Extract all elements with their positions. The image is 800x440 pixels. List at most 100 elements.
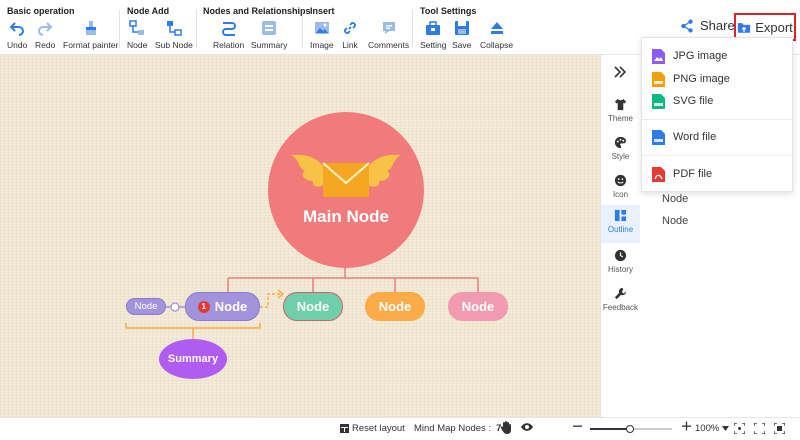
outline-icon [614, 209, 627, 222]
outline-item[interactable]: Node [662, 193, 688, 205]
status-bar: Reset layout Mind Map Nodes : 7 100% [0, 417, 800, 440]
save-button[interactable]: Save [452, 18, 471, 52]
main-node[interactable]: Main Node [268, 112, 424, 268]
share-label: Share [700, 18, 735, 33]
zoom-slider-fill [590, 428, 630, 430]
comment-icon [382, 22, 395, 34]
export-dropdown-menu: JPG image PNG image SVG file Word file P… [641, 37, 794, 192]
sidebar-item-feedback[interactable]: Feedback [601, 283, 640, 321]
fit-view-button[interactable] [734, 423, 745, 434]
sidebar-item-label: Theme [608, 114, 633, 123]
fullscreen-button[interactable] [754, 423, 765, 434]
child-node-2[interactable]: Node [283, 292, 343, 321]
divider [412, 10, 413, 48]
comment-badge[interactable]: 1 [197, 300, 210, 313]
sidebar-item-label: History [608, 265, 633, 274]
export-jpg-item[interactable]: JPG image [652, 46, 787, 66]
summary-node[interactable]: Summary [159, 339, 227, 379]
palette-icon [614, 136, 627, 149]
image-icon [314, 22, 329, 34]
menu-item-label: Word file [673, 131, 717, 143]
group-title: Nodes and Relationships [203, 6, 311, 16]
zoom-out-button[interactable] [573, 420, 582, 432]
format-painter-button[interactable]: Format painter [63, 18, 118, 52]
zoom-select[interactable]: 100% [695, 423, 730, 434]
sidebar-item-history[interactable]: History [601, 245, 640, 283]
child-node-1[interactable]: 1 Node [185, 292, 260, 321]
summary-icon [262, 21, 277, 35]
divider [302, 10, 303, 48]
jpg-file-icon [652, 48, 665, 64]
undo-button[interactable]: Undo [7, 18, 27, 52]
shirt-icon [614, 98, 627, 111]
sidebar-item-style[interactable]: Style [601, 132, 640, 170]
group-title: Basic operation [7, 6, 75, 16]
zoom-level: 100% [695, 423, 720, 434]
sidebar-item-icon[interactable]: Icon [601, 170, 640, 208]
mind-map-canvas[interactable]: Main Node Node 1 Node Node Node Node Sum… [0, 55, 600, 417]
child-node-label: Node [214, 299, 248, 314]
summary-button[interactable]: Summary [251, 18, 287, 52]
zoom-in-button[interactable] [682, 420, 691, 432]
export-png-item[interactable]: PNG image [652, 69, 787, 89]
fit-view-icon [734, 423, 745, 434]
child-node-label: Node [296, 299, 330, 314]
plus-icon [682, 421, 691, 431]
png-file-icon [652, 71, 665, 87]
insert-comments-button[interactable]: Comments [368, 18, 409, 52]
child-node-3[interactable]: Node [365, 292, 425, 321]
preview-button[interactable] [521, 422, 533, 432]
zoom-slider[interactable] [590, 425, 672, 433]
clock-icon [614, 249, 627, 262]
share-button[interactable]: Share [680, 18, 735, 33]
pdf-file-icon [652, 166, 665, 182]
node-icon [129, 20, 145, 35]
smiley-icon [614, 174, 627, 187]
outline-item[interactable]: Node [662, 215, 688, 227]
menu-item-label: JPG image [673, 50, 728, 62]
menu-divider [642, 119, 794, 120]
save-icon [454, 21, 469, 35]
share-icon [681, 18, 693, 33]
menu-item-label: SVG file [673, 95, 714, 107]
left-node-label: Node [134, 301, 158, 312]
export-label: Export [755, 19, 793, 35]
layout-icon [340, 424, 349, 433]
collapse-icon [490, 22, 503, 34]
sidebar-item-label: Icon [612, 190, 629, 199]
export-svg-item[interactable]: SVG file [652, 91, 787, 111]
group-title: Node Add [127, 6, 170, 16]
insert-link-button[interactable]: Link [342, 18, 358, 52]
add-sub-node-button[interactable]: Sub Node [155, 18, 193, 52]
zoom-slider-handle[interactable] [626, 425, 634, 433]
menu-item-label: PDF file [673, 168, 713, 180]
sidebar-item-label: Outline [607, 225, 634, 234]
insert-image-button[interactable]: Image [310, 18, 334, 52]
sidebar-item-outline[interactable]: Outline [601, 205, 640, 243]
pan-hand-button[interactable] [500, 421, 512, 434]
svg-file-icon [652, 93, 665, 109]
collapse-button[interactable]: Collapse [480, 18, 513, 52]
export-word-item[interactable]: Word file [652, 127, 787, 147]
export-pdf-item[interactable]: PDF file [652, 164, 787, 184]
redo-icon [38, 22, 53, 36]
sidebar-item-label: Style [611, 152, 630, 161]
redo-button[interactable]: Redo [35, 18, 55, 52]
fullscreen-icon [754, 423, 765, 434]
present-button[interactable] [774, 423, 785, 434]
word-file-icon [652, 129, 665, 145]
add-node-button[interactable]: Node [127, 18, 147, 52]
menu-divider [642, 155, 794, 156]
summary-node-label: Summary [167, 353, 219, 365]
double-chevron-right-icon[interactable] [613, 65, 627, 79]
sidebar-item-theme[interactable]: Theme [601, 94, 640, 132]
envelope-wings-icon [291, 154, 401, 197]
wrench-icon [614, 287, 627, 300]
left-node[interactable]: Node [126, 298, 166, 315]
setting-button[interactable]: Setting [420, 18, 446, 52]
divider [119, 10, 120, 48]
relation-button[interactable]: Relation [213, 18, 244, 52]
reset-layout-button[interactable]: Reset layout [340, 423, 405, 434]
child-node-4[interactable]: Node [448, 292, 508, 321]
eye-icon [521, 423, 533, 431]
